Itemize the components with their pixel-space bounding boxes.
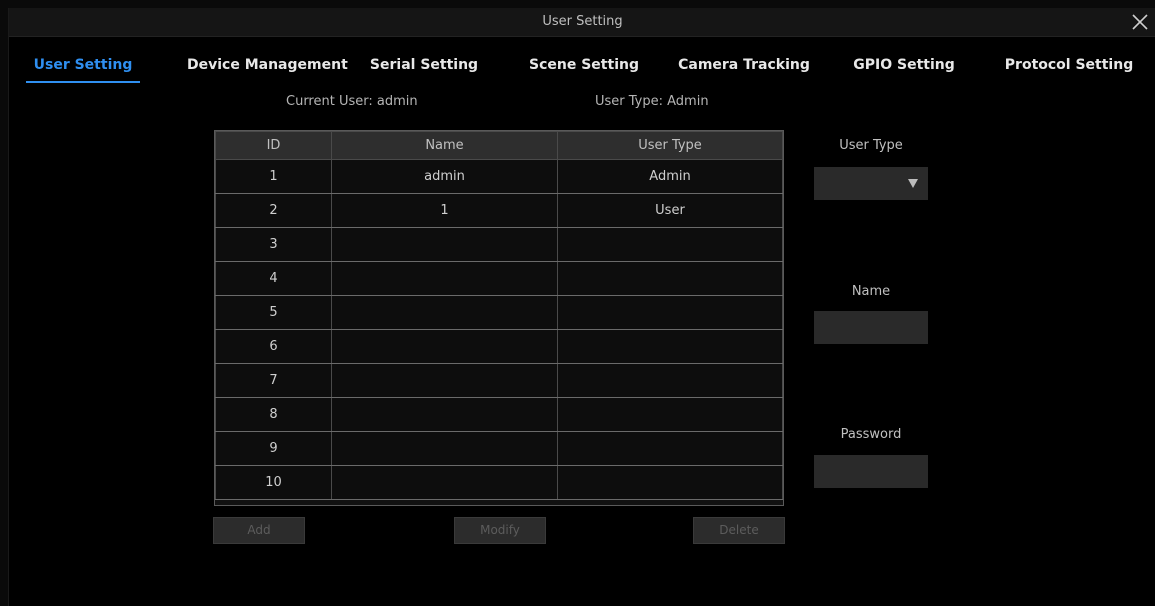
cell-id: 4 [215,261,332,296]
title-bar: User Setting [9,8,1155,37]
cell-user-type [557,363,783,398]
password-field[interactable] [814,455,928,488]
cell-user-type [557,431,783,466]
cell-name [331,227,558,262]
column-header-name: Name [331,131,558,160]
cell-user-type [557,261,783,296]
table-row[interactable]: 7 [215,363,783,398]
table-row[interactable]: 10 [215,465,783,500]
cell-name [331,329,558,364]
table-row[interactable]: 6 [215,329,783,364]
table-row[interactable]: 8 [215,397,783,432]
tab-bar: User Setting Device Management Serial Se… [9,48,1155,83]
password-label: Password [840,427,902,442]
add-button[interactable]: Add [213,517,305,544]
tab-scene-setting[interactable]: Scene Setting [529,48,639,82]
cell-name [331,397,558,432]
table-row[interactable]: 3 [215,227,783,262]
cell-id: 3 [215,227,332,262]
delete-button[interactable]: Delete [693,517,785,544]
cell-user-type: User [557,193,783,228]
close-icon [1132,14,1148,30]
cell-user-type [557,295,783,330]
cell-id: 1 [215,159,332,194]
caret-down-icon [908,179,918,188]
column-header-user-type: User Type [557,131,783,160]
cell-id: 9 [215,431,332,466]
cell-user-type [557,465,783,500]
user-grid: ID Name User Type 1 admin Admin 2 1 User… [215,131,783,500]
cell-id: 2 [215,193,332,228]
modify-button[interactable]: Modify [454,517,546,544]
cell-name [331,295,558,330]
table-row[interactable]: 1 admin Admin [215,159,783,194]
cell-name [331,363,558,398]
cell-id: 10 [215,465,332,500]
table-row[interactable]: 2 1 User [215,193,783,228]
table-header-row: ID Name User Type [215,131,783,160]
table-row[interactable]: 9 [215,431,783,466]
cell-name: 1 [331,193,558,228]
cell-user-type [557,227,783,262]
column-header-id: ID [215,131,332,160]
user-setting-window: User Setting User Setting Device Managem… [8,8,1155,606]
name-field[interactable] [814,311,928,344]
cell-user-type [557,329,783,364]
table-row[interactable]: 5 [215,295,783,330]
tab-camera-tracking[interactable]: Camera Tracking [674,48,814,82]
tab-gpio-setting[interactable]: GPIO Setting [849,48,959,82]
cell-name: admin [331,159,558,194]
tab-protocol-setting[interactable]: Protocol Setting [999,48,1139,82]
user-type-select[interactable] [814,167,928,200]
cell-id: 8 [215,397,332,432]
cell-user-type [557,397,783,432]
cell-id: 7 [215,363,332,398]
table-row[interactable]: 4 [215,261,783,296]
cell-name [331,431,558,466]
close-button[interactable] [1128,10,1152,34]
tab-device-management[interactable]: Device Management [187,48,348,82]
user-table: ID Name User Type 1 admin Admin 2 1 User… [214,130,784,506]
name-label: Name [851,284,891,299]
cell-name [331,261,558,296]
window-title: User Setting [542,14,623,29]
user-type-text: User Type: Admin [595,94,709,109]
user-type-label: User Type [839,138,903,153]
current-user-text: Current User: admin [286,94,418,109]
tab-serial-setting[interactable]: Serial Setting [369,48,479,82]
tab-user-setting[interactable]: User Setting [26,48,140,83]
cell-user-type: Admin [557,159,783,194]
cell-name [331,465,558,500]
cell-id: 6 [215,329,332,364]
cell-id: 5 [215,295,332,330]
